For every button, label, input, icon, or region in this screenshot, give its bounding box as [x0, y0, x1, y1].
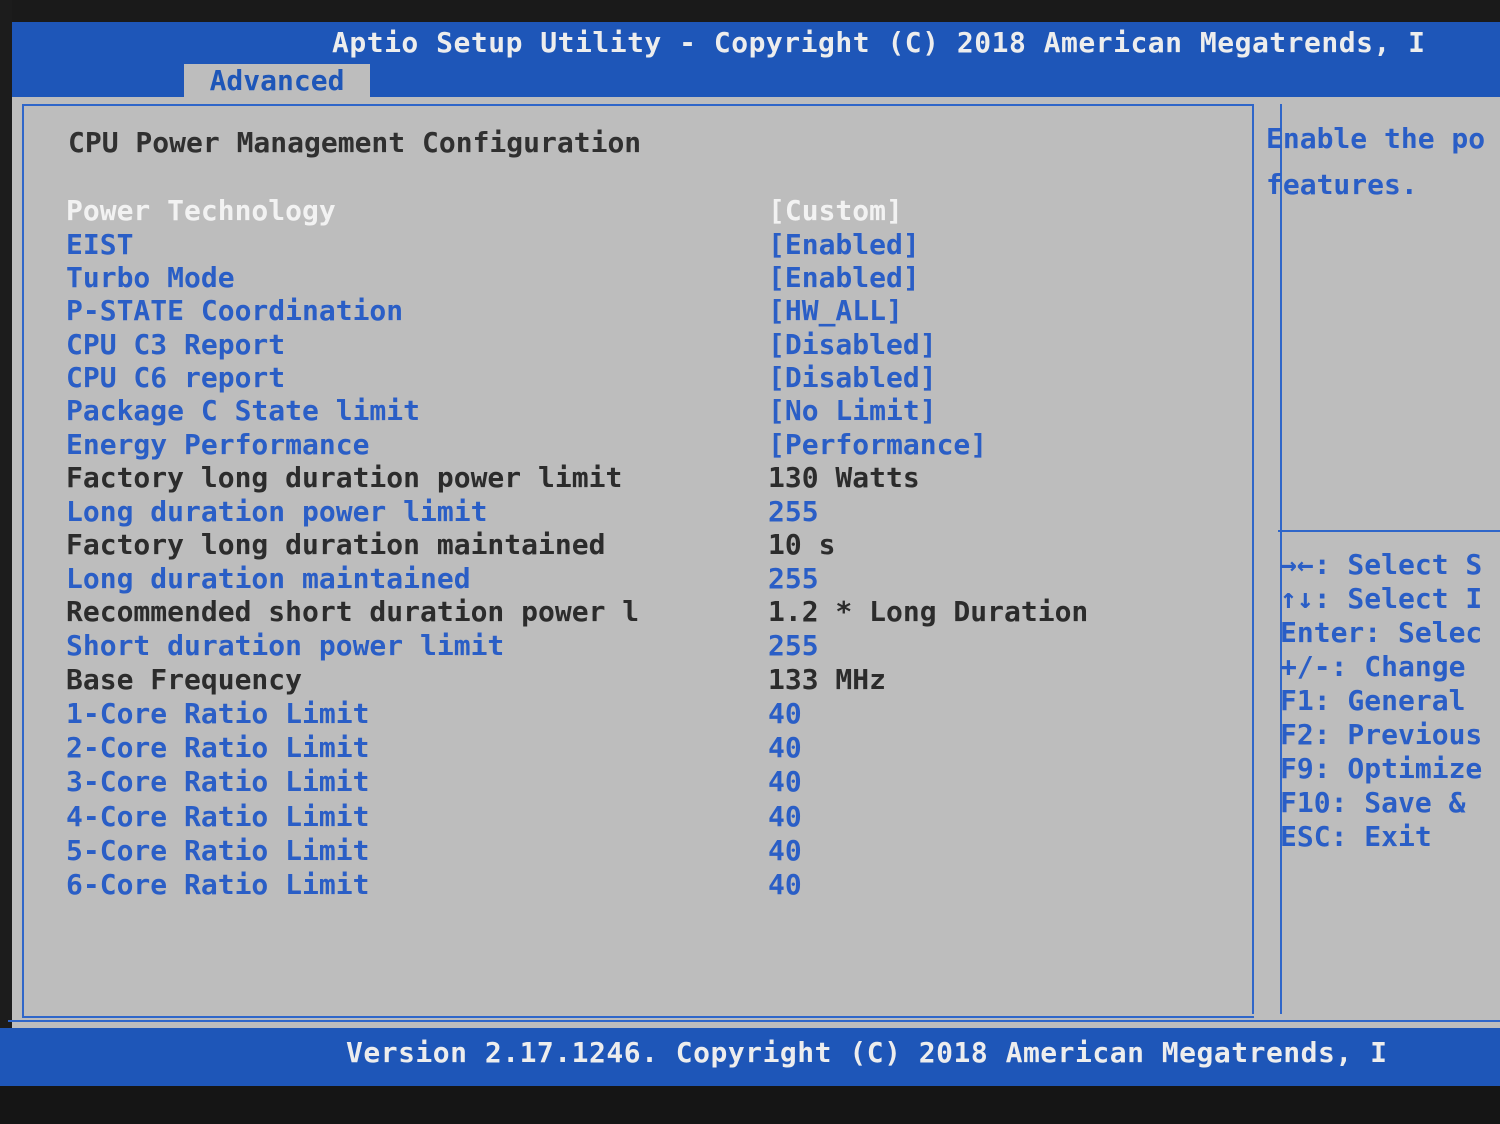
key-legend: →←: Select S ↑↓: Select I Enter: Selec +…	[1280, 548, 1500, 854]
setting-value[interactable]: 255	[768, 495, 819, 528]
help-divider	[1278, 530, 1500, 532]
help-line: Enable the po	[1266, 122, 1486, 155]
monitor-bezel-bottom	[0, 1086, 1500, 1124]
setting-value[interactable]: 40	[768, 765, 802, 798]
setting-label: 6-Core Ratio Limit	[66, 868, 370, 901]
setting-long-duration-maintained[interactable]: Long duration maintained 255	[0, 562, 1240, 595]
app-title: Aptio Setup Utility - Copyright (C) 2018…	[332, 26, 1426, 59]
setting-label: 4-Core Ratio Limit	[66, 800, 370, 833]
setting-value: 133 MHz	[768, 663, 887, 696]
frame-bottom-line	[8, 1020, 1500, 1022]
tab-advanced[interactable]: Advanced	[184, 64, 370, 97]
setting-label: P-STATE Coordination	[66, 294, 404, 327]
setting-4-core-ratio-limit[interactable]: 4-Core Ratio Limit 40	[0, 800, 1240, 833]
key-hint: F1: General	[1280, 684, 1466, 717]
setting-6-core-ratio-limit[interactable]: 6-Core Ratio Limit 40	[0, 868, 1240, 901]
setting-2-core-ratio-limit[interactable]: 2-Core Ratio Limit 40	[0, 731, 1240, 764]
setting-value[interactable]: [No Limit]	[768, 394, 937, 427]
panel-divider	[1252, 104, 1254, 1014]
setting-value[interactable]: 40	[768, 868, 802, 901]
setting-label: EIST	[66, 228, 134, 261]
footer-bar: Version 2.17.1246. Copyright (C) 2018 Am…	[0, 1028, 1500, 1086]
info-base-frequency: Base Frequency 133 MHz	[0, 663, 1240, 696]
setting-label: Package C State limit	[66, 394, 421, 427]
info-factory-long-duration-power-limit: Factory long duration power limit 130 Wa…	[0, 461, 1240, 494]
setting-value[interactable]: 255	[768, 562, 819, 595]
setting-label: 1-Core Ratio Limit	[66, 697, 370, 730]
setting-value[interactable]: 40	[768, 697, 802, 730]
setting-label: 2-Core Ratio Limit	[66, 731, 370, 764]
setting-label: Factory long duration power limit	[66, 461, 623, 494]
setting-3-core-ratio-limit[interactable]: 3-Core Ratio Limit 40	[0, 765, 1240, 798]
bios-screen: Aptio Setup Utility - Copyright (C) 2018…	[0, 0, 1500, 1100]
setting-value[interactable]: [Disabled]	[768, 361, 937, 394]
setting-value[interactable]: [Performance]	[768, 428, 987, 461]
setting-label: Short duration power limit	[66, 629, 505, 662]
setting-value: 1.2 * Long Duration	[768, 595, 1089, 628]
setting-label: Base Frequency	[66, 663, 303, 696]
setting-value[interactable]: 40	[768, 731, 802, 764]
setting-package-c-state-limit[interactable]: Package C State limit [No Limit]	[0, 394, 1240, 427]
page-title: CPU Power Management Configuration	[68, 126, 642, 159]
setting-value[interactable]: [HW_ALL]	[768, 294, 903, 327]
setting-long-duration-power-limit[interactable]: Long duration power limit 255	[0, 495, 1240, 528]
setting-value: 130 Watts	[768, 461, 920, 494]
setting-eist[interactable]: EIST [Enabled]	[0, 228, 1240, 261]
setting-label: Long duration maintained	[66, 562, 471, 595]
setting-label: Turbo Mode	[66, 261, 235, 294]
setting-label: Energy Performance	[66, 428, 370, 461]
setting-p-state-coordination[interactable]: P-STATE Coordination [HW_ALL]	[0, 294, 1240, 327]
key-hint: →←: Select S	[1280, 548, 1483, 581]
key-hint: F10: Save &	[1280, 786, 1466, 819]
title-bar: Aptio Setup Utility - Copyright (C) 2018…	[12, 22, 1500, 97]
key-hint: +/-: Change	[1280, 650, 1466, 683]
setting-label: 3-Core Ratio Limit	[66, 765, 370, 798]
setting-value[interactable]: [Enabled]	[768, 261, 920, 294]
setting-value[interactable]: [Disabled]	[768, 328, 937, 361]
setting-short-duration-power-limit[interactable]: Short duration power limit 255	[0, 629, 1240, 662]
monitor-bezel-top	[0, 0, 1500, 22]
setting-5-core-ratio-limit[interactable]: 5-Core Ratio Limit 40	[0, 834, 1240, 867]
help-panel-text: Enable the po features.	[1266, 116, 1500, 208]
info-recommended-short-duration-power-limit: Recommended short duration power l 1.2 *…	[0, 595, 1240, 628]
footer-version: Version 2.17.1246. Copyright (C) 2018 Am…	[346, 1036, 1388, 1069]
setting-turbo-mode[interactable]: Turbo Mode [Enabled]	[0, 261, 1240, 294]
setting-label: CPU C3 Report	[66, 328, 286, 361]
setting-value[interactable]: 255	[768, 629, 819, 662]
setting-value[interactable]: [Custom]	[768, 194, 903, 227]
key-hint: F9: Optimize	[1280, 752, 1483, 785]
key-hint: ESC: Exit	[1280, 820, 1432, 853]
setting-label: CPU C6 report	[66, 361, 286, 394]
setting-value: 10 s	[768, 528, 836, 561]
setting-label: Factory long duration maintained	[66, 528, 606, 561]
setting-label: 5-Core Ratio Limit	[66, 834, 370, 867]
setting-label: Recommended short duration power l	[66, 595, 640, 628]
setting-label: Long duration power limit	[66, 495, 488, 528]
info-factory-long-duration-maintained: Factory long duration maintained 10 s	[0, 528, 1240, 561]
setting-1-core-ratio-limit[interactable]: 1-Core Ratio Limit 40	[0, 697, 1240, 730]
setting-value[interactable]: 40	[768, 834, 802, 867]
key-hint: Enter: Selec	[1280, 616, 1483, 649]
setting-label: Power Technology	[66, 194, 336, 227]
key-hint: F2: Previous	[1280, 718, 1483, 751]
setting-power-technology[interactable]: Power Technology [Custom]	[0, 194, 1240, 227]
setting-value[interactable]: [Enabled]	[768, 228, 920, 261]
help-line: features.	[1266, 168, 1418, 201]
setting-value[interactable]: 40	[768, 800, 802, 833]
key-hint: ↑↓: Select I	[1280, 582, 1483, 615]
setting-cpu-c6-report[interactable]: CPU C6 report [Disabled]	[0, 361, 1240, 394]
setting-energy-performance[interactable]: Energy Performance [Performance]	[0, 428, 1240, 461]
setting-cpu-c3-report[interactable]: CPU C3 Report [Disabled]	[0, 328, 1240, 361]
